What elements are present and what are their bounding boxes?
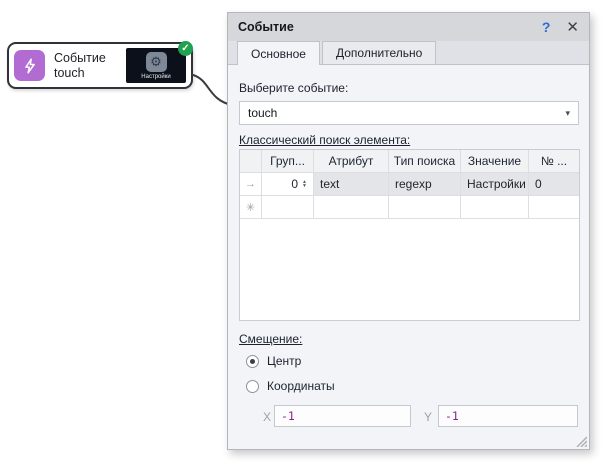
offset-caption[interactable]: Смещение: [239,332,302,346]
x-label: X [263,410,271,424]
table-new-row[interactable]: ✳ [240,196,579,219]
node-thumbnail[interactable]: ⚙ Настройки ✓ [126,48,186,83]
cell-number[interactable]: 0 [529,173,579,196]
dialog-title: Событие [238,20,542,34]
lightning-icon [14,50,45,81]
group-stepper[interactable]: 0 ▲▼ [262,173,314,196]
x-input[interactable]: -1 [274,405,411,427]
header-attribute[interactable]: Атрибут [314,150,389,173]
header-indicator [240,150,262,173]
chevron-down-icon: ▾ [565,108,570,119]
event-node[interactable]: Событие touch ⚙ Настройки ✓ [7,42,193,89]
stepper-arrows-icon[interactable]: ▲▼ [302,180,307,188]
event-dialog: Событие ? ✕ Основное Дополнительно Выбер… [227,12,590,450]
tab-strip: Основное Дополнительно [228,41,589,65]
table-header-row: Груп... Атрибут Тип поиска Значение № ..… [240,150,579,173]
resize-grip[interactable] [575,435,587,447]
tab-additional[interactable]: Дополнительно [322,41,436,64]
classic-search-caption[interactable]: Классический поиск элемента: [239,133,410,147]
check-icon: ✓ [178,41,193,56]
radio-center-label: Центр [267,354,301,368]
empty-cell[interactable] [262,196,314,219]
radio-coordinates[interactable]: Координаты [246,379,335,393]
gear-icon: ⚙ [146,52,167,72]
radio-unselected-icon [246,380,259,393]
header-search-type[interactable]: Тип поиска [389,150,461,173]
thumbnail-caption: Настройки [141,74,170,80]
dialog-titlebar[interactable]: Событие ? ✕ [228,13,589,41]
header-value[interactable]: Значение [461,150,529,173]
new-row-star-icon: ✳ [240,196,262,219]
empty-cell[interactable] [314,196,389,219]
tab-main[interactable]: Основное [237,41,320,65]
help-button[interactable]: ? [542,19,551,35]
radio-selected-icon [246,355,259,368]
empty-cell[interactable] [389,196,461,219]
y-label: Y [424,410,432,424]
empty-cell[interactable] [461,196,529,219]
y-input[interactable]: -1 [438,405,578,427]
event-select-dropdown[interactable]: touch ▾ [239,101,579,125]
event-select-label: Выберите событие: [239,81,348,95]
cell-search-type[interactable]: regexp [389,173,461,196]
group-value: 0 [291,177,298,191]
table-row[interactable]: → 0 ▲▼ text regexp Настройки 0 [240,173,579,196]
empty-cell[interactable] [529,196,579,219]
event-select-value: touch [248,106,565,120]
cell-value[interactable]: Настройки [461,173,529,196]
header-group[interactable]: Груп... [262,150,314,173]
radio-coordinates-label: Координаты [267,379,335,393]
node-title: Событие touch [45,51,126,81]
canvas: Событие touch ⚙ Настройки ✓ Событие ? ✕ … [0,0,616,470]
search-table: Груп... Атрибут Тип поиска Значение № ..… [239,149,580,321]
radio-center[interactable]: Центр [246,354,301,368]
header-number[interactable]: № ... [529,150,579,173]
current-row-arrow-icon: → [240,173,262,196]
close-button[interactable]: ✕ [566,18,579,36]
cell-attribute[interactable]: text [314,173,389,196]
